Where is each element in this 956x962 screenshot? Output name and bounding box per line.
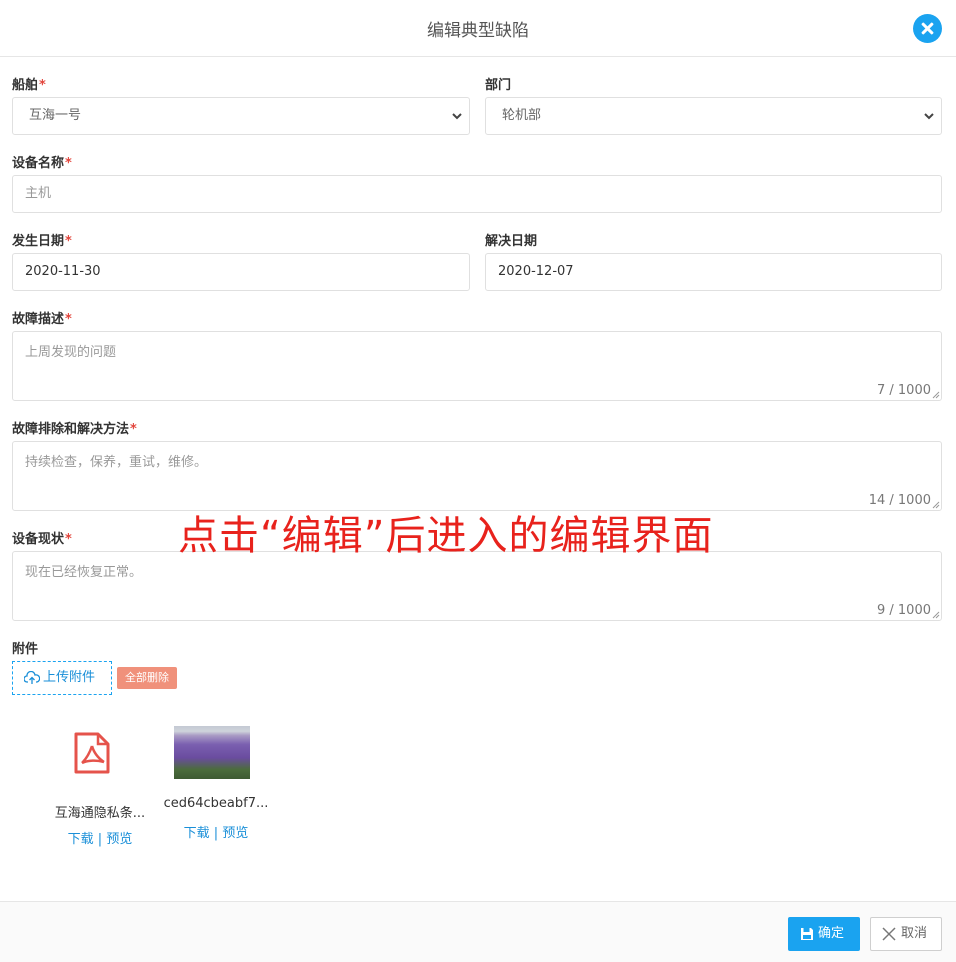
preview-link[interactable]: 预览 [222,826,248,841]
link-separator: | [93,832,107,847]
equipment-status-label: 设备现状* [12,532,72,547]
fault-description-label: 故障描述* [12,312,72,327]
resize-grip-icon[interactable] [932,611,940,619]
attachment-name: 互海通隐私条... [54,806,146,821]
attachment-links: 下载 | 预览 [45,828,155,847]
cancel-button[interactable]: 取消 [870,917,942,951]
confirm-button[interactable]: 确定 [788,917,860,951]
download-link[interactable]: 下载 [184,826,210,841]
occur-date-label: 发生日期* [12,234,72,249]
attachment-links: 下载 | 预览 [161,822,271,841]
resize-grip-icon[interactable] [932,391,940,399]
equipment-status-textarea[interactable]: 现在已经恢复正常。 9 / 1000 [12,551,942,621]
char-counter: 9 / 1000 [877,603,931,618]
ship-label: 船舶* [12,78,46,93]
attachment-item: 互海通隐私条... 下载 | 预览 [45,732,155,847]
dialog-header: 编辑典型缺陷 [0,0,956,57]
link-separator: | [209,826,223,841]
attachment-name: ced64cbeabf7... [163,796,269,811]
confirm-label: 确定 [818,926,845,941]
preview-link[interactable]: 预览 [106,832,132,847]
ship-select[interactable]: 互海一号 [12,97,470,135]
resolve-date-input[interactable]: 2020-12-07 [485,253,942,291]
annotation-overlay: 点击“编辑”后进入的编辑界面 [178,513,714,559]
char-counter: 14 / 1000 [868,493,931,508]
pdf-file-icon [74,732,110,774]
equipment-name-input[interactable]: 主机 [12,175,942,213]
close-icon [882,927,896,941]
resize-grip-icon[interactable] [932,501,940,509]
troubleshooting-label: 故障排除和解决方法* [12,422,137,437]
upload-attachment-button[interactable]: 上传附件 [12,661,112,695]
chevron-down-icon [452,113,462,120]
occur-date-input[interactable]: 2020-11-30 [12,253,470,291]
download-link[interactable]: 下载 [68,832,94,847]
resolve-date-label: 解决日期 [485,234,538,249]
cancel-label: 取消 [901,926,928,941]
troubleshooting-textarea[interactable]: 持续检查，保养，重试，维修。 14 / 1000 [12,441,942,511]
chevron-down-icon [924,113,934,120]
department-select[interactable]: 轮机部 [485,97,942,135]
troubleshooting-text: 持续检查，保养，重试，维修。 [25,455,208,470]
equipment-status-text: 现在已经恢复正常。 [25,565,143,580]
char-counter: 7 / 1000 [877,383,931,398]
attachments-label: 附件 [12,642,39,657]
dialog-title: 编辑典型缺陷 [427,21,529,41]
ship-select-value: 互海一号 [29,108,82,123]
image-thumbnail[interactable] [174,726,250,779]
upload-attachment-label: 上传附件 [43,670,96,685]
department-label: 部门 [485,78,512,93]
equipment-name-label: 设备名称* [12,156,72,171]
department-select-value: 轮机部 [502,108,542,123]
delete-all-button[interactable]: 全部删除 [117,667,177,689]
fault-description-textarea[interactable]: 上周发现的问题 7 / 1000 [12,331,942,401]
fault-description-text: 上周发现的问题 [25,345,117,360]
attachment-item: ced64cbeabf7... 下载 | 预览 [161,726,271,844]
close-icon[interactable] [913,14,942,43]
cloud-upload-icon [24,671,40,684]
save-icon [801,928,813,940]
